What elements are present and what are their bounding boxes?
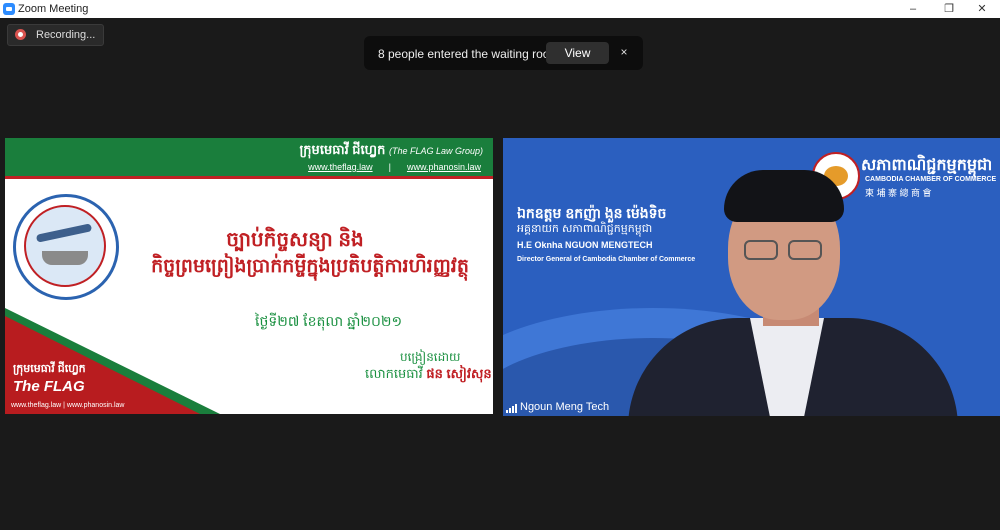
flag-logo: The FLAG: [13, 378, 85, 395]
org-title-en: (The FLAG Law Group): [388, 146, 483, 156]
footer-org: ក្រុមមេធាវី ជីហ្វ្លេក: [13, 363, 86, 375]
recording-label: Recording...: [36, 29, 96, 41]
close-window-button[interactable]: ✕: [964, 0, 1000, 18]
zoom-app-icon: [3, 3, 15, 15]
chamber-logo: [13, 194, 119, 300]
link-theflag: www.theflag.law: [308, 162, 373, 172]
participant-name-label: Ngoun Meng Tech: [506, 401, 609, 413]
window-title: Zoom Meeting: [18, 3, 89, 15]
recording-indicator[interactable]: Recording...: [7, 24, 104, 46]
view-button[interactable]: View: [546, 42, 609, 64]
link-phanosin: www.phanosin.law: [406, 162, 481, 172]
slide-links: www.theflag.law | www.phanosin.law: [308, 162, 481, 172]
waiting-room-notification: 8 people entered the waiting room View ×: [364, 36, 643, 70]
footer-links: www.theflag.law | www.phanosin.law: [11, 402, 125, 409]
link-separator: |: [388, 162, 391, 172]
recording-icon: [15, 29, 26, 40]
presenter-name: ផន សៀវសុន: [426, 366, 492, 381]
notification-message: 8 people entered the waiting room: [378, 47, 560, 61]
slide-title-line1: ច្បាប់កិច្ចសន្យា និង: [226, 229, 364, 251]
speaker-video: [628, 168, 958, 416]
title-bar: Zoom Meeting – ❐ ✕: [0, 0, 1000, 18]
participant-video-tile[interactable]: សភាពាណិជ្ជកម្មកម្ពុជា CAMBODIA CHAMBER O…: [503, 138, 1000, 416]
presenter: លោកមេធាវី ផន សៀវសុន: [365, 366, 492, 385]
slide-header: ក្រុមមេធាវី ជីហ្វ្លេក (The FLAG Law Grou…: [5, 138, 493, 179]
minimize-button[interactable]: –: [895, 0, 931, 18]
presenter-prefix: លោកមេធាវី: [365, 366, 423, 381]
slide-date: ថ្ងៃទី២៧ ខែតុលា ឆ្នាំ២០២១: [255, 313, 403, 329]
close-notification-button[interactable]: ×: [616, 44, 632, 60]
slide-org-title: ក្រុមមេធាវី ជីហ្វ្លេក (The FLAG Law Grou…: [299, 142, 483, 161]
org-title-kh: ក្រុមមេធាវី ជីហ្វ្លេក: [299, 142, 386, 157]
participant-name: Ngoun Meng Tech: [520, 401, 610, 413]
maximize-button[interactable]: ❐: [931, 0, 967, 18]
shared-screen-slide: ក្រុមមេធាវី ជីហ្វ្លេក (The FLAG Law Grou…: [5, 138, 493, 414]
presented-by-label: បង្រៀនដោយ: [400, 350, 461, 364]
slide-title-line2: កិច្ចព្រមព្រៀងប្រាក់កម្ចីក្នុងប្រតិបត្តិ…: [151, 256, 469, 277]
